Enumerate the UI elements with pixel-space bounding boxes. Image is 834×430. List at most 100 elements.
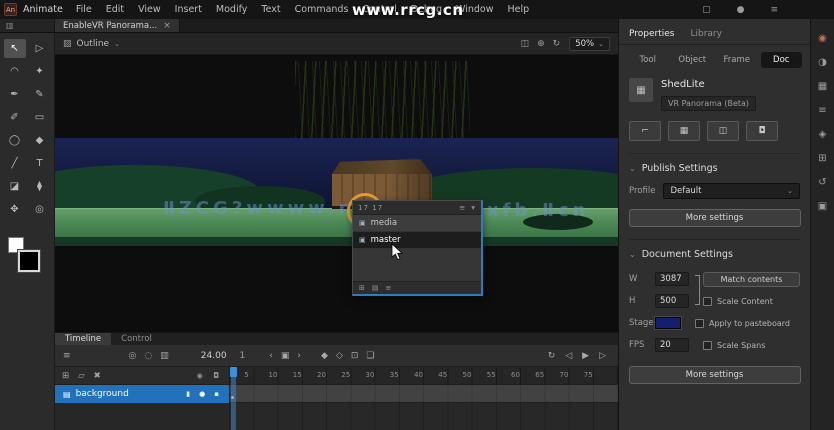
item-properties-icon[interactable]: ≡ [386, 284, 392, 292]
fps-value[interactable]: 20 [655, 338, 689, 352]
menu-file[interactable]: File [69, 0, 99, 19]
stage-color-swatch[interactable] [654, 316, 682, 330]
magic-wand-tool[interactable]: ✦ [29, 62, 51, 81]
doc-more-settings-button[interactable]: More settings [628, 366, 801, 384]
play-icon[interactable]: ▶ [582, 351, 589, 361]
popup-list-icon[interactable]: ≡ [459, 203, 466, 212]
tab-object[interactable]: Object [672, 52, 714, 68]
profile-select[interactable]: Default ⌄ [663, 183, 800, 199]
layer-lock-dot[interactable]: ▪ [214, 390, 219, 398]
onion-skin-icon[interactable]: ◎ [129, 351, 137, 361]
pencil-tool[interactable]: ✎ [29, 85, 51, 104]
menu-help[interactable]: Help [500, 0, 536, 19]
link-dimensions-icon[interactable] [695, 275, 700, 305]
search-icon[interactable]: ● [737, 5, 745, 15]
lasso-tool[interactable]: ◠ [4, 62, 26, 81]
layer-background[interactable]: ▤ background ▮ ● ▪ [55, 385, 230, 403]
pin-view-icon[interactable]: ⌐ [629, 121, 661, 141]
zoom-select[interactable]: 50% ⌄ [569, 36, 610, 51]
close-tab-icon[interactable]: × [163, 21, 171, 31]
insert-blank-keyframe-icon[interactable]: ◇ [336, 351, 343, 361]
menu-commands[interactable]: Commands [288, 0, 356, 19]
new-folder-icon[interactable]: ▤ [372, 284, 379, 292]
stroke-color-swatch[interactable] [17, 249, 41, 273]
menu-edit[interactable]: Edit [99, 0, 131, 19]
menu-text[interactable]: Text [254, 0, 287, 19]
frame-ruler[interactable]: 5 10 15 20 25 30 35 40 45 50 55 60 65 70 75 [230, 367, 618, 384]
rectangle-tool[interactable]: ▭ [29, 108, 51, 127]
tab-tool[interactable]: Tool [627, 52, 669, 68]
frames-empty[interactable] [230, 403, 618, 430]
document-type-select[interactable]: VR Panorama (Beta) [661, 96, 757, 111]
subselection-tool[interactable]: ▷ [29, 39, 51, 58]
grid-icon[interactable]: ▦ [668, 121, 700, 141]
insert-keyframe-icon[interactable]: ◆ [321, 351, 328, 361]
camera-icon[interactable]: ◫ [521, 39, 530, 49]
frames-area[interactable] [230, 385, 618, 403]
panel-menu-icon[interactable]: ▥ [0, 19, 55, 32]
playhead[interactable] [230, 367, 237, 430]
tab-control[interactable]: Control [111, 333, 162, 345]
library-popup[interactable]: 17 17 ≡ ▾ ▣ media ▣ master ⊞ ▤ ≡ [352, 200, 483, 296]
current-frame-icon[interactable]: ▣ [281, 351, 290, 361]
workspace-icon[interactable]: ▢ [702, 5, 711, 15]
library-item-master[interactable]: ▣ master [353, 232, 481, 249]
tab-timeline[interactable]: Timeline [55, 333, 112, 345]
layers-icon[interactable]: ≡ [63, 351, 71, 361]
line-tool[interactable]: ╱ [4, 154, 26, 173]
paint-bucket-tool[interactable]: ◆ [29, 131, 51, 150]
center-stage-icon[interactable]: ⊕ [537, 39, 545, 49]
step-back-icon[interactable]: ‹ [269, 351, 273, 361]
cc-libraries-icon[interactable]: ◉ [818, 33, 827, 44]
delete-layer-icon[interactable]: ✖ [94, 371, 101, 381]
popup-dropdown-icon[interactable]: ▾ [471, 203, 476, 212]
eyedropper-tool[interactable]: ⧫ [29, 177, 51, 196]
new-folder-icon[interactable]: ▱ [78, 371, 85, 381]
color-panel-icon[interactable]: ◑ [818, 57, 827, 68]
width-value[interactable]: 3087 [655, 272, 689, 286]
loop-icon[interactable]: ↻ [548, 351, 556, 361]
lock-column-icon[interactable]: ◘ [213, 371, 219, 380]
publish-more-settings-button[interactable]: More settings [628, 209, 801, 227]
height-value[interactable]: 500 [655, 294, 689, 308]
oval-tool[interactable]: ◯ [4, 131, 26, 150]
menu-view[interactable]: View [131, 0, 168, 19]
info-panel-icon[interactable]: ◈ [819, 129, 827, 140]
apply-pasteboard-checkbox[interactable] [695, 318, 704, 328]
onion-outlines-icon[interactable]: ◌ [144, 351, 152, 361]
library-item-media[interactable]: ▣ media [353, 215, 481, 232]
swatches-panel-icon[interactable]: ▦ [818, 81, 827, 92]
text-tool[interactable]: T [29, 154, 51, 173]
snap-icon[interactable]: ◘ [746, 121, 778, 141]
match-contents-button[interactable]: Match contents [703, 271, 800, 287]
tab-frame[interactable]: Frame [716, 52, 758, 68]
brush-tool[interactable]: ✐ [4, 108, 26, 127]
document-tab[interactable]: EnableVR Panorama... × [55, 19, 180, 32]
frame-label-icon[interactable]: ❏ [366, 351, 374, 361]
layer-visibility-dot[interactable]: ● [199, 390, 205, 398]
tab-properties[interactable]: Properties [629, 29, 674, 44]
scene-breadcrumb[interactable]: Outline [77, 39, 110, 49]
menu-insert[interactable]: Insert [168, 0, 209, 19]
components-panel-icon[interactable]: ▣ [818, 201, 827, 212]
edit-multiple-frames-icon[interactable]: ▥ [160, 351, 169, 361]
publish-settings-section[interactable]: ⌄ Publish Settings [629, 153, 800, 174]
fps-display[interactable]: 24.00 [201, 351, 227, 361]
tab-library[interactable]: Library [690, 29, 721, 44]
transform-panel-icon[interactable]: ⊞ [818, 153, 826, 164]
scale-content-checkbox[interactable] [703, 296, 712, 306]
eraser-tool[interactable]: ◪ [4, 177, 26, 196]
zoom-tool[interactable]: ◎ [29, 200, 51, 219]
app-menu-icon[interactable]: ≡ [770, 5, 778, 15]
prev-frame-icon[interactable]: ◁ [565, 351, 572, 361]
tab-doc[interactable]: Doc [760, 52, 802, 68]
step-forward-icon[interactable]: › [297, 351, 301, 361]
hand-tool[interactable]: ✥ [4, 200, 26, 219]
stage-canvas[interactable]: ▨ Outline ⌄ ◫ ⊕ ↻ 50% ⌄ ⅡZCG?wwww.rr xfb… [55, 33, 618, 332]
rotate-view-icon[interactable]: ↻ [553, 39, 561, 49]
new-layer-icon[interactable]: ⊞ [62, 371, 69, 381]
new-symbol-icon[interactable]: ⊞ [359, 284, 365, 292]
pen-tool[interactable]: ✒ [4, 85, 26, 104]
document-settings-section[interactable]: ⌄ Document Settings [629, 239, 800, 260]
menu-modify[interactable]: Modify [209, 0, 254, 19]
